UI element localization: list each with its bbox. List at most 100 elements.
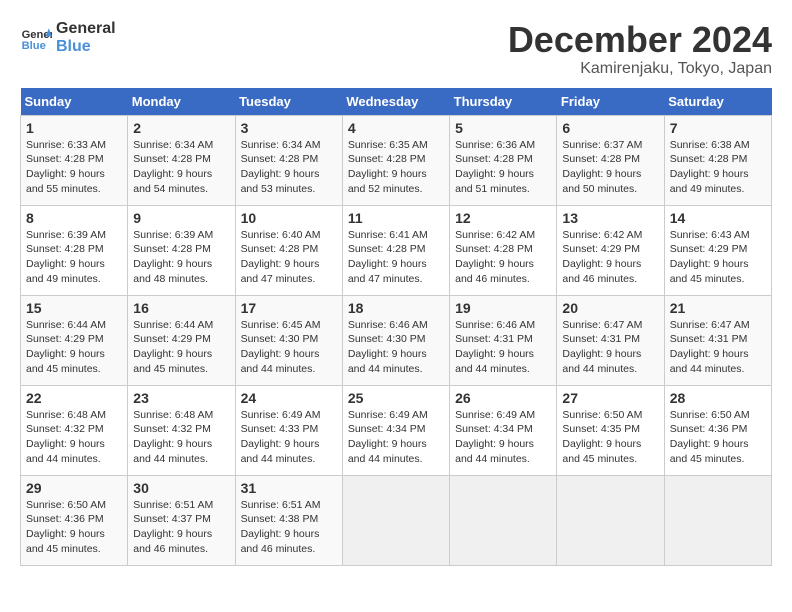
day-detail: Sunrise: 6:46 AMSunset: 4:30 PMDaylight:…	[348, 318, 444, 377]
calendar-cell: 29 Sunrise: 6:50 AMSunset: 4:36 PMDayligh…	[21, 475, 128, 565]
calendar-cell: 25 Sunrise: 6:49 AMSunset: 4:34 PMDayligh…	[342, 385, 449, 475]
week-row-1: 1 Sunrise: 6:33 AMSunset: 4:28 PMDaylight…	[21, 115, 772, 205]
day-number: 1	[26, 120, 122, 136]
day-number: 25	[348, 390, 444, 406]
calendar-cell: 4Sunrise: 6:35 AMSunset: 4:28 PMDaylight…	[342, 115, 449, 205]
day-detail: Sunrise: 6:40 AMSunset: 4:28 PMDaylight:…	[241, 228, 337, 287]
calendar-cell: 19 Sunrise: 6:46 AMSunset: 4:31 PMDayligh…	[450, 295, 557, 385]
day-detail: Sunrise: 6:43 AMSunset: 4:29 PMDaylight:…	[670, 228, 766, 287]
logo: General Blue General Blue	[20, 20, 116, 55]
day-detail: Sunrise: 6:51 AMSunset: 4:38 PMDaylight:…	[241, 498, 337, 557]
day-number: 22	[26, 390, 122, 406]
calendar-cell: 18 Sunrise: 6:46 AMSunset: 4:30 PMDayligh…	[342, 295, 449, 385]
day-detail: Sunrise: 6:48 AMSunset: 4:32 PMDaylight:…	[133, 408, 229, 467]
day-number: 19	[455, 300, 551, 316]
weekday-header-saturday: Saturday	[664, 88, 771, 116]
day-number: 8	[26, 210, 122, 226]
location: Kamirenjaku, Tokyo, Japan	[508, 60, 772, 78]
day-detail: Sunrise: 6:49 AMSunset: 4:33 PMDaylight:…	[241, 408, 337, 467]
day-number: 4	[348, 120, 444, 136]
day-detail: Sunrise: 6:37 AMSunset: 4:28 PMDaylight:…	[562, 138, 658, 197]
day-detail: Sunrise: 6:38 AMSunset: 4:28 PMDaylight:…	[670, 138, 766, 197]
calendar-cell: 12 Sunrise: 6:42 AMSunset: 4:28 PMDayligh…	[450, 205, 557, 295]
logo-general: General	[56, 20, 116, 38]
calendar-cell: 2 Sunrise: 6:34 AMSunset: 4:28 PMDaylight…	[128, 115, 235, 205]
svg-text:Blue: Blue	[22, 40, 46, 52]
day-detail: Sunrise: 6:45 AMSunset: 4:30 PMDaylight:…	[241, 318, 337, 377]
day-detail: Sunrise: 6:50 AMSunset: 4:36 PMDaylight:…	[26, 498, 122, 557]
calendar-cell: 21 Sunrise: 6:47 AMSunset: 4:31 PMDayligh…	[664, 295, 771, 385]
page-header: General Blue General Blue December 2024 …	[20, 20, 772, 78]
day-detail: Sunrise: 6:50 AMSunset: 4:36 PMDaylight:…	[670, 408, 766, 467]
day-detail: Sunrise: 6:48 AMSunset: 4:32 PMDaylight:…	[26, 408, 122, 467]
calendar-cell: 13Sunrise: 6:42 AMSunset: 4:29 PMDayligh…	[557, 205, 664, 295]
day-detail: Sunrise: 6:42 AMSunset: 4:28 PMDaylight:…	[455, 228, 551, 287]
day-detail: Sunrise: 6:34 AMSunset: 4:28 PMDaylight:…	[133, 138, 229, 197]
calendar-cell: 24 Sunrise: 6:49 AMSunset: 4:33 PMDayligh…	[235, 385, 342, 475]
calendar-cell: 20Sunrise: 6:47 AMSunset: 4:31 PMDayligh…	[557, 295, 664, 385]
calendar-cell: 22 Sunrise: 6:48 AMSunset: 4:32 PMDayligh…	[21, 385, 128, 475]
calendar-cell	[342, 475, 449, 565]
weekday-header-thursday: Thursday	[450, 88, 557, 116]
day-detail: Sunrise: 6:49 AMSunset: 4:34 PMDaylight:…	[348, 408, 444, 467]
day-detail: Sunrise: 6:39 AMSunset: 4:28 PMDaylight:…	[133, 228, 229, 287]
weekday-header-tuesday: Tuesday	[235, 88, 342, 116]
day-number: 6	[562, 120, 658, 136]
calendar-cell	[557, 475, 664, 565]
month-title: December 2024	[508, 20, 772, 60]
day-number: 7	[670, 120, 766, 136]
calendar-cell: 26Sunrise: 6:49 AMSunset: 4:34 PMDayligh…	[450, 385, 557, 475]
calendar-cell	[450, 475, 557, 565]
calendar-cell: 1 Sunrise: 6:33 AMSunset: 4:28 PMDaylight…	[21, 115, 128, 205]
week-row-2: 8 Sunrise: 6:39 AMSunset: 4:28 PMDaylight…	[21, 205, 772, 295]
day-number: 23	[133, 390, 229, 406]
calendar-cell: 16 Sunrise: 6:44 AMSunset: 4:29 PMDayligh…	[128, 295, 235, 385]
week-row-3: 15 Sunrise: 6:44 AMSunset: 4:29 PMDayligh…	[21, 295, 772, 385]
day-number: 2	[133, 120, 229, 136]
calendar-cell: 9 Sunrise: 6:39 AMSunset: 4:28 PMDaylight…	[128, 205, 235, 295]
day-number: 18	[348, 300, 444, 316]
logo-blue: Blue	[56, 38, 116, 56]
day-detail: Sunrise: 6:34 AMSunset: 4:28 PMDaylight:…	[241, 138, 337, 197]
day-number: 14	[670, 210, 766, 226]
calendar-cell: 17Sunrise: 6:45 AMSunset: 4:30 PMDayligh…	[235, 295, 342, 385]
calendar-table: SundayMondayTuesdayWednesdayThursdayFrid…	[20, 88, 772, 566]
calendar-cell: 31Sunrise: 6:51 AMSunset: 4:38 PMDayligh…	[235, 475, 342, 565]
week-row-5: 29 Sunrise: 6:50 AMSunset: 4:36 PMDayligh…	[21, 475, 772, 565]
calendar-cell: 14 Sunrise: 6:43 AMSunset: 4:29 PMDayligh…	[664, 205, 771, 295]
calendar-cell: 7 Sunrise: 6:38 AMSunset: 4:28 PMDaylight…	[664, 115, 771, 205]
day-detail: Sunrise: 6:44 AMSunset: 4:29 PMDaylight:…	[26, 318, 122, 377]
day-detail: Sunrise: 6:51 AMSunset: 4:37 PMDaylight:…	[133, 498, 229, 557]
day-detail: Sunrise: 6:42 AMSunset: 4:29 PMDaylight:…	[562, 228, 658, 287]
day-number: 11	[348, 210, 444, 226]
day-detail: Sunrise: 6:47 AMSunset: 4:31 PMDaylight:…	[562, 318, 658, 377]
calendar-cell: 11Sunrise: 6:41 AMSunset: 4:28 PMDayligh…	[342, 205, 449, 295]
day-number: 12	[455, 210, 551, 226]
weekday-header-sunday: Sunday	[21, 88, 128, 116]
day-detail: Sunrise: 6:36 AMSunset: 4:28 PMDaylight:…	[455, 138, 551, 197]
calendar-cell: 15 Sunrise: 6:44 AMSunset: 4:29 PMDayligh…	[21, 295, 128, 385]
calendar-cell	[664, 475, 771, 565]
weekday-header-friday: Friday	[557, 88, 664, 116]
day-number: 15	[26, 300, 122, 316]
calendar-cell: 6 Sunrise: 6:37 AMSunset: 4:28 PMDaylight…	[557, 115, 664, 205]
day-number: 9	[133, 210, 229, 226]
day-detail: Sunrise: 6:44 AMSunset: 4:29 PMDaylight:…	[133, 318, 229, 377]
weekday-header-wednesday: Wednesday	[342, 88, 449, 116]
title-block: December 2024 Kamirenjaku, Tokyo, Japan	[508, 20, 772, 78]
day-detail: Sunrise: 6:46 AMSunset: 4:31 PMDaylight:…	[455, 318, 551, 377]
calendar-cell: 5 Sunrise: 6:36 AMSunset: 4:28 PMDaylight…	[450, 115, 557, 205]
calendar-cell: 28Sunrise: 6:50 AMSunset: 4:36 PMDayligh…	[664, 385, 771, 475]
day-detail: Sunrise: 6:39 AMSunset: 4:28 PMDaylight:…	[26, 228, 122, 287]
weekday-header-row: SundayMondayTuesdayWednesdayThursdayFrid…	[21, 88, 772, 116]
weekday-header-monday: Monday	[128, 88, 235, 116]
day-number: 29	[26, 480, 122, 496]
calendar-cell: 23 Sunrise: 6:48 AMSunset: 4:32 PMDayligh…	[128, 385, 235, 475]
day-detail: Sunrise: 6:47 AMSunset: 4:31 PMDaylight:…	[670, 318, 766, 377]
day-number: 5	[455, 120, 551, 136]
day-number: 24	[241, 390, 337, 406]
calendar-cell: 27Sunrise: 6:50 AMSunset: 4:35 PMDayligh…	[557, 385, 664, 475]
day-detail: Sunrise: 6:33 AMSunset: 4:28 PMDaylight:…	[26, 138, 122, 197]
day-number: 21	[670, 300, 766, 316]
day-number: 16	[133, 300, 229, 316]
